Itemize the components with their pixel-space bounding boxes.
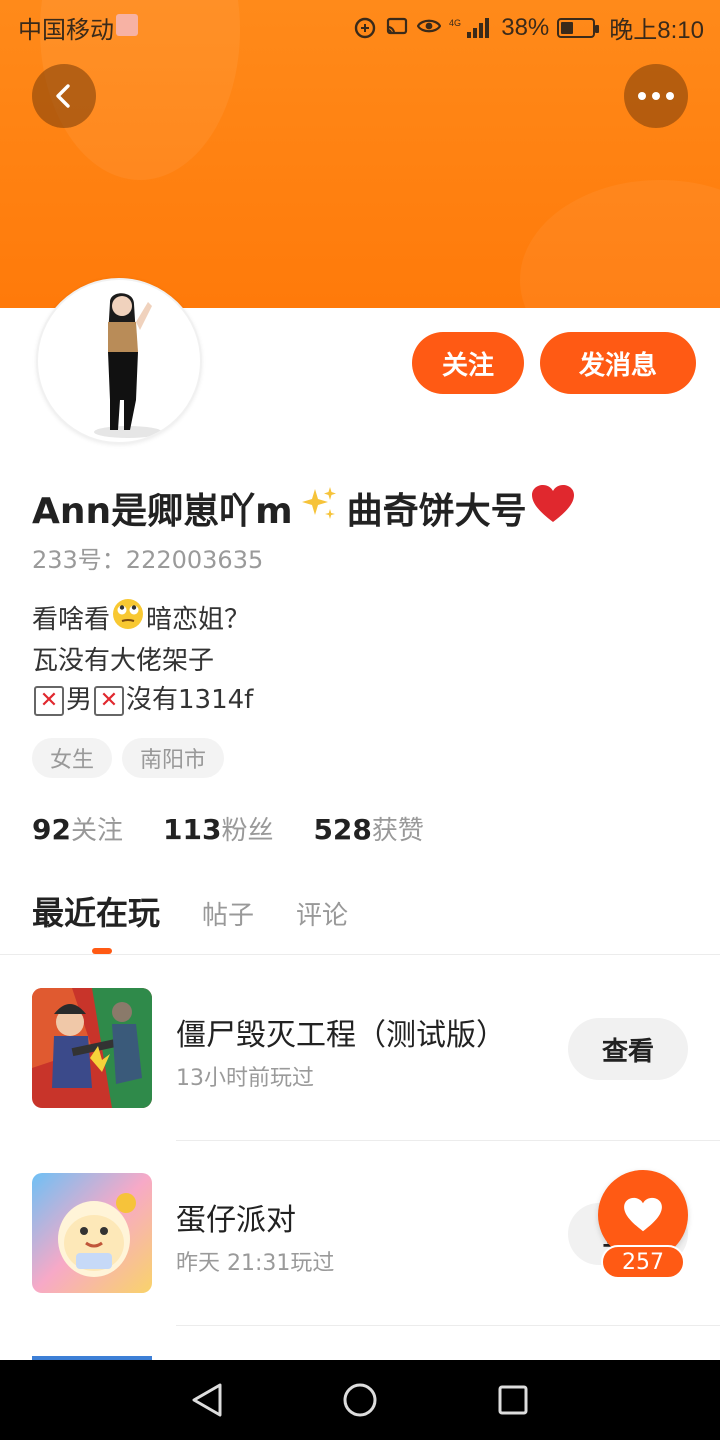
network-label: 4G [449, 18, 461, 28]
nickname: Ann是卿崽吖m 曲奇饼大号 [32, 482, 575, 534]
battery-percent: 38% [501, 13, 550, 41]
follow-button[interactable]: 关注 [412, 332, 524, 394]
more-button[interactable] [624, 64, 688, 128]
circle-home-icon [343, 1383, 377, 1417]
cross-mark-icon: ✕ [94, 685, 125, 716]
tag-gender: 女生 [32, 738, 113, 778]
tab-recently-played[interactable]: 最近在玩 [32, 888, 160, 934]
game-name: 僵尸毁灭工程（测试版） [176, 1018, 506, 1053]
game-icon [32, 988, 152, 1108]
divider [0, 954, 720, 955]
clock: 晚上8:10 [609, 17, 704, 44]
followers-count: 113 [162, 813, 222, 846]
heart-icon [624, 1197, 662, 1232]
bio-text: 男 [66, 685, 93, 715]
profile-stats: 92关注 113粉丝 528获赞 [32, 810, 424, 847]
bio-text: 暗恋姐？ [146, 604, 251, 635]
game-name: 蛋仔派对 [176, 1203, 296, 1238]
profile-tabs: 最近在玩 帖子 评论 [32, 888, 348, 934]
hd-call-icon [353, 17, 377, 39]
nav-home-button[interactable] [338, 1378, 382, 1422]
nav-back-button[interactable] [185, 1378, 229, 1422]
last-played: 昨天 21:31玩过 [176, 1251, 335, 1276]
likes-count: 528 [313, 813, 372, 846]
more-dots-icon [638, 92, 674, 100]
cast-icon [385, 17, 409, 39]
like-count-badge: 257 [601, 1245, 685, 1279]
view-button[interactable]: 查看 [568, 1018, 688, 1080]
stat-likes[interactable]: 528获赞 [313, 810, 423, 847]
tab-comments[interactable]: 评论 [296, 895, 348, 932]
bio-text: 沒有1314f [126, 685, 254, 715]
sparkles-icon [301, 485, 339, 532]
tab-posts[interactable]: 帖子 [202, 895, 254, 932]
last-played: 13小时前玩过 [176, 1066, 314, 1091]
signal-icon: 4G [449, 17, 493, 39]
user-id: 233号：222003635 [32, 546, 264, 574]
likes-label: 获赞 [371, 816, 424, 846]
tag-location: 南阳市 [122, 738, 225, 778]
following-label: 关注 [70, 816, 123, 846]
nickname-text: Ann是卿崽吖m [32, 491, 293, 532]
status-bar: 中国移动 4G 38% 晚上8:10 [0, 0, 720, 50]
list-item[interactable]: 僵尸毁灭工程（测试版） 13小时前玩过 查看 [0, 988, 720, 1108]
square-recents-icon [498, 1385, 528, 1415]
carrier-label: 中国移动 [18, 17, 114, 44]
stat-followers[interactable]: 113粉丝 [163, 810, 273, 847]
game-icon [32, 1173, 152, 1293]
eye-comfort-icon [416, 17, 442, 39]
bio-text: 瓦没有大佬架子 [32, 646, 215, 676]
avatar[interactable] [36, 278, 202, 444]
sim-icon [116, 14, 138, 36]
following-count: 92 [32, 813, 71, 846]
system-nav-bar [0, 1360, 720, 1440]
battery-icon [557, 17, 600, 38]
back-button[interactable] [32, 64, 96, 128]
send-message-button[interactable]: 发消息 [540, 332, 696, 394]
nickname-suffix: 曲奇饼大号 [346, 491, 527, 532]
stat-following[interactable]: 92关注 [32, 810, 123, 847]
divider [176, 1325, 720, 1326]
chevron-left-icon [56, 84, 70, 108]
cross-mark-icon: ✕ [34, 685, 64, 716]
profile-tags: 女生 南阳市 [32, 738, 225, 778]
heart-emoji-icon [531, 484, 575, 533]
triangle-back-icon [192, 1383, 222, 1417]
bio: 看啥看 暗恋姐？ 瓦没有大佬架子 ✕ 男 ✕ 沒有1314f [32, 598, 253, 720]
followers-label: 粉丝 [221, 816, 274, 846]
nav-recents-button[interactable] [491, 1378, 535, 1422]
bio-text: 看啥看 [32, 604, 111, 635]
eye-roll-emoji-icon [112, 598, 144, 642]
divider [176, 1140, 720, 1141]
